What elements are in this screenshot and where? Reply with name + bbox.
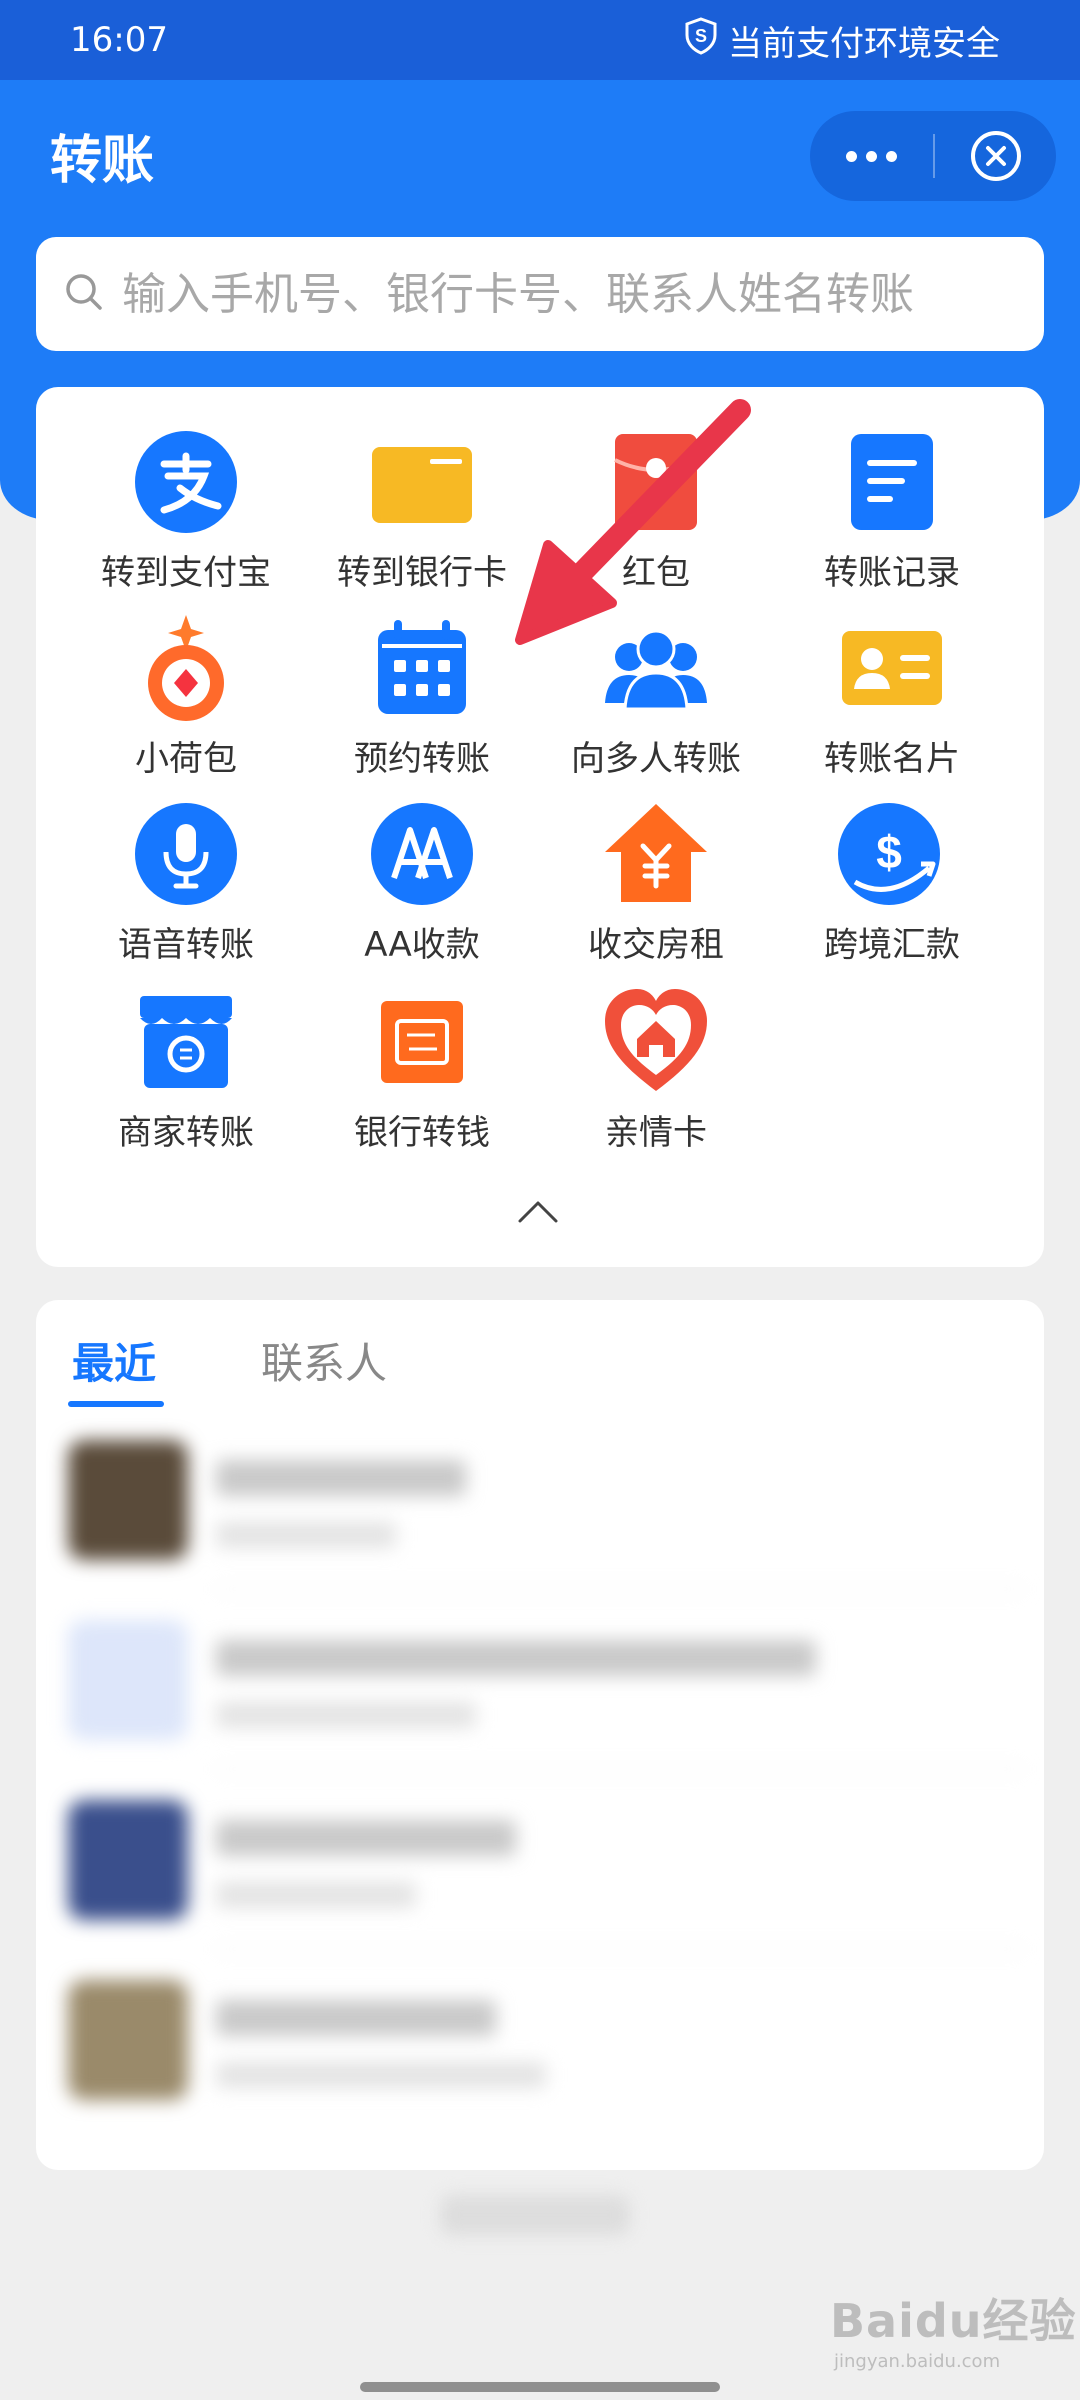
footer-blurred-text (440, 2195, 630, 2235)
shield-s-icon: S (684, 16, 718, 64)
contact-detail-blurred (216, 1522, 396, 1548)
grid-item-label: 转到支付宝 (101, 553, 271, 593)
grid-item-label: 转账名片 (824, 739, 960, 779)
tab-recent[interactable]: 最近 (72, 1330, 156, 1391)
contact-name-blurred (216, 2000, 496, 2036)
watermark-url: jingyan.baidu.com (834, 2351, 1001, 2372)
grid-item-bank-transfer[interactable]: 银行转钱 (302, 987, 542, 1157)
grid-item-label: 跨境汇款 (824, 925, 960, 965)
function-grid: 转到支付宝 转到银行卡 红包 转账记录 小荷包 预约转账 向多人转账 转账名片 … (36, 387, 1044, 1267)
tab-contacts[interactable]: 联系人 (261, 1330, 387, 1391)
grid-item-aa-collect[interactable]: AA收款 (302, 799, 542, 969)
active-tab-indicator (68, 1401, 164, 1407)
shop-icon (131, 987, 241, 1097)
watermark-brand: Baidu经验 (830, 2294, 1077, 2348)
list-item[interactable] (36, 1770, 1044, 1950)
grid-item-merchant-transfer[interactable]: 商家转账 (66, 987, 306, 1157)
grid-item-red-envelope[interactable]: 红包 (536, 427, 776, 597)
grid-item-label: 转到银行卡 (337, 553, 507, 593)
grid-item-cross-border[interactable]: $ 跨境汇款 (772, 799, 1012, 969)
chevron-up-icon[interactable] (516, 1197, 566, 1237)
contact-detail-blurred (216, 2062, 546, 2088)
grid-item-lotus-pouch[interactable]: 小荷包 (66, 613, 306, 783)
baidu-watermark: Baidu经验 jingyan.baidu.com (830, 2285, 1077, 2372)
search-input[interactable] (122, 268, 1002, 320)
heart-home-icon (601, 987, 711, 1097)
search-bar[interactable] (36, 237, 1044, 351)
grid-item-family-card[interactable]: 亲情卡 (536, 987, 776, 1157)
list-item[interactable] (36, 1410, 1044, 1590)
page-title: 转账 (50, 131, 155, 191)
avatar (68, 1980, 188, 2100)
grid-item-label: 银行转钱 (354, 1113, 490, 1153)
microphone-icon (131, 799, 241, 909)
contact-name-blurred (216, 1460, 466, 1496)
list-item[interactable] (36, 1590, 1044, 1770)
grid-item-label: 向多人转账 (571, 739, 741, 779)
grid-item-business-card[interactable]: 转账名片 (772, 613, 1012, 783)
contact-detail-blurred (216, 1702, 476, 1728)
house-yuan-icon (601, 799, 711, 909)
contact-name-blurred (216, 1640, 816, 1676)
multi-person-icon (601, 613, 711, 723)
svg-text:S: S (695, 26, 707, 46)
recent-contacts-card: 最近 联系人 (36, 1300, 1044, 2170)
grid-item-rent[interactable]: 收交房租 (536, 799, 776, 969)
avatar (68, 1800, 188, 1920)
grid-item-scheduled-transfer[interactable]: 预约转账 (302, 613, 542, 783)
avatar (68, 1440, 188, 1560)
aa-icon (367, 799, 477, 909)
grid-item-label: 收交房租 (588, 925, 724, 965)
avatar (68, 1620, 188, 1740)
dollar-globe-icon: $ (837, 799, 947, 909)
grid-item-alipay[interactable]: 转到支付宝 (66, 427, 306, 597)
tab-bar: 最近 联系人 (36, 1300, 1044, 1410)
status-time: 16:07 (70, 20, 168, 60)
record-document-icon (837, 427, 947, 537)
grid-item-multi-transfer[interactable]: 向多人转账 (536, 613, 776, 783)
grid-item-label: 语音转账 (118, 925, 254, 965)
grid-item-label: 小荷包 (135, 739, 237, 779)
grid-item-voice-transfer[interactable]: 语音转账 (66, 799, 306, 969)
contact-name-blurred (216, 1820, 516, 1856)
security-status: S 当前支付环境安全 (684, 16, 1000, 65)
list-item[interactable] (36, 1950, 1044, 2130)
grid-item-label: 红包 (622, 553, 690, 593)
home-indicator[interactable] (360, 2382, 720, 2392)
grid-item-bank-card[interactable]: 转到银行卡 (302, 427, 542, 597)
close-circle-icon[interactable] (935, 111, 1056, 201)
alipay-icon (131, 427, 241, 537)
business-card-icon (837, 613, 947, 723)
security-text: 当前支付环境安全 (728, 23, 1000, 64)
grid-item-label: 商家转账 (118, 1113, 254, 1153)
lotus-pouch-icon (131, 613, 241, 723)
grid-item-label: 亲情卡 (605, 1113, 707, 1153)
bank-card-icon (367, 427, 477, 537)
calendar-icon (367, 613, 477, 723)
contact-detail-blurred (216, 1882, 416, 1908)
mini-app-capsule (810, 111, 1056, 201)
status-bar: 16:07 S 当前支付环境安全 (0, 0, 1080, 80)
bank-transfer-icon (367, 987, 477, 1097)
grid-item-label: AA收款 (364, 925, 480, 965)
grid-item-label: 转账记录 (824, 553, 960, 593)
more-dots-icon[interactable] (810, 111, 933, 201)
search-icon (64, 272, 104, 316)
svg-text:$: $ (876, 826, 902, 878)
grid-item-label: 预约转账 (354, 739, 490, 779)
red-envelope-icon (601, 427, 711, 537)
grid-item-transfer-record[interactable]: 转账记录 (772, 427, 1012, 597)
